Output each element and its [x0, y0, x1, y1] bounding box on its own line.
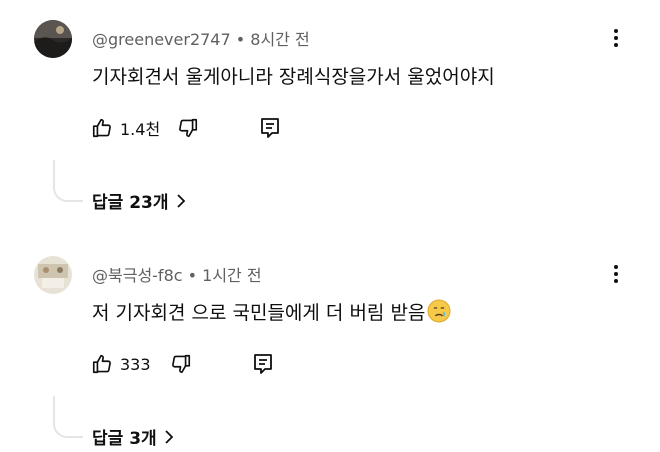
crying-face-emoji [427, 299, 451, 328]
view-replies-button[interactable]: 답글 3개 [92, 424, 173, 449]
more-vert-icon [614, 265, 618, 283]
author-name[interactable]: @북극성-f8c [92, 266, 183, 285]
like-button[interactable] [90, 352, 114, 376]
chevron-right-icon [165, 429, 173, 444]
thumbs-up-icon [92, 354, 111, 374]
comment-actions: 1.4천 [90, 114, 282, 142]
thread-connector [53, 160, 83, 202]
comment-text-body: 저 기자회견 으로 국민들에게 더 버림 받음 [92, 302, 426, 324]
thumbs-down-icon [171, 354, 190, 374]
comment-actions: 333 [90, 350, 275, 378]
meta-separator: • [230, 30, 251, 49]
comment-meta: @북극성-f8c • 1시간 전 [92, 262, 262, 286]
avatar[interactable] [34, 20, 72, 58]
like-count: 1.4천 [120, 120, 161, 139]
author-name[interactable]: @greenever2747 [92, 30, 231, 49]
replies-label: 답글 3개 [92, 429, 157, 449]
meta-separator: • [182, 266, 203, 285]
reply-button[interactable] [258, 116, 282, 140]
more-vert-icon [614, 29, 618, 47]
thread-connector [53, 396, 83, 438]
dislike-button[interactable] [169, 352, 193, 376]
dislike-button[interactable] [176, 116, 200, 140]
replies-label: 답글 23개 [92, 193, 169, 213]
thumbs-down-icon [179, 118, 198, 138]
reply-button[interactable] [251, 352, 275, 376]
comment-text: 기자회견서 울게아니라 장례식장을가서 울었어야지 [92, 66, 495, 88]
chevron-right-icon [176, 193, 185, 208]
view-replies-button[interactable]: 답글 23개 [92, 188, 185, 213]
thumbs-up-icon [92, 118, 111, 138]
like-count: 333 [120, 354, 151, 374]
like-button[interactable] [90, 116, 114, 140]
more-menu-button[interactable] [604, 24, 628, 52]
timestamp[interactable]: 8시간 전 [250, 30, 309, 49]
avatar[interactable] [34, 256, 72, 294]
more-menu-button[interactable] [604, 260, 628, 288]
comment-meta: @greenever2747 • 8시간 전 [92, 26, 310, 50]
comment-text: 저 기자회견 으로 국민들에게 더 버림 받음 [92, 298, 451, 328]
timestamp[interactable]: 1시간 전 [202, 266, 261, 285]
reply-comment-icon [261, 118, 280, 138]
reply-comment-icon [253, 354, 272, 374]
